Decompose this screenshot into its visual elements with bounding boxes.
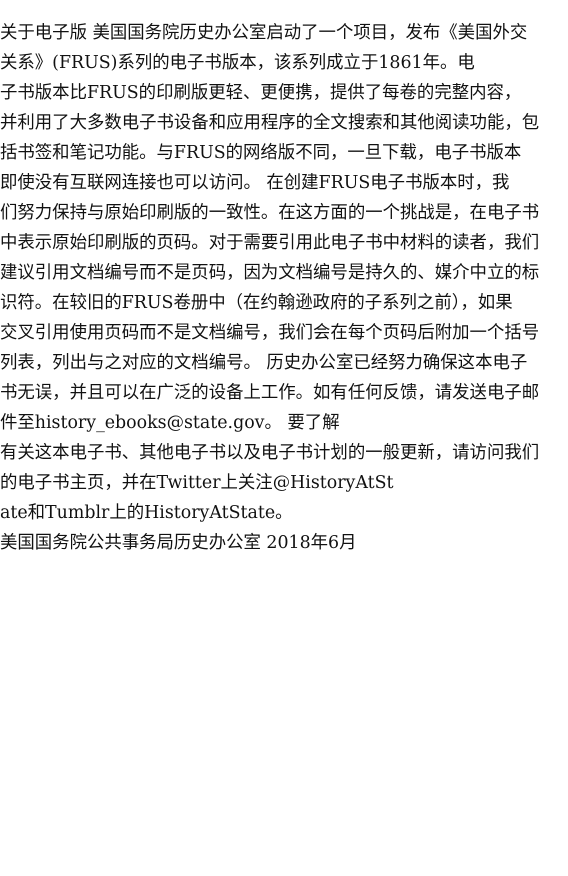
text-line: ate和Tumblr上的HistoryAtState。 xyxy=(0,503,293,523)
text-line: 括书签和笔记功能。与FRUS的网络版不同，一旦下载，电子书版本 xyxy=(0,143,522,163)
text-line: 即使没有互联网连接也可以访问。 在创建FRUS电子书版本时，我 xyxy=(0,173,510,193)
text-line: 列表，列出与之对应的文档编号。 历史办公室已经努力确保这本电子 xyxy=(0,353,528,373)
text-line: 中表示原始印刷版的页码。对于需要引用此电子书中材料的读者，我们 xyxy=(0,233,540,253)
text-line: 子书版本比FRUS的印刷版更轻、更便携，提供了每卷的完整内容， xyxy=(0,83,522,103)
text-line: 关于电子版 美国国务院历史办公室启动了一个项目，发布《美国外交 xyxy=(0,23,528,43)
text-line-email: 件至history_ebooks@state.gov。 要了解 xyxy=(0,413,340,433)
text-line: 交叉引用使用页码而不是文档编号，我们会在每个页码后附加一个括号 xyxy=(0,323,540,343)
text-line: 关系》(FRUS)系列的电子书版本，该系列成立于1861年。电 xyxy=(0,53,475,73)
text-line: 并利用了大多数电子书设备和应用程序的全文搜索和其他阅读功能，包 xyxy=(0,113,540,133)
text-line: 识符。在较旧的FRUS卷册中（在约翰逊政府的子系列之前），如果 xyxy=(0,293,513,313)
text-line: 的电子书主页，并在Twitter上关注@HistoryAtSt xyxy=(0,473,394,493)
text-line: 们努力保持与原始印刷版的一致性。在这方面的一个挑战是，在电子书 xyxy=(0,203,540,223)
text-line: 书无误，并且可以在广泛的设备上工作。如有任何反馈，请发送电子邮 xyxy=(0,383,540,403)
signature-line: 美国国务院公共事务局历史办公室 2018年6月 xyxy=(0,533,357,553)
ebook-about-page: 关于电子版 美国国务院历史办公室启动了一个项目，发布《美国外交 关系》(FRUS… xyxy=(0,18,562,558)
text-line: 有关这本电子书、其他电子书以及电子书计划的一般更新，请访问我们 xyxy=(0,443,540,463)
text-line: 建议引用文档编号而不是页码，因为文档编号是持久的、媒介中立的标 xyxy=(0,263,540,283)
